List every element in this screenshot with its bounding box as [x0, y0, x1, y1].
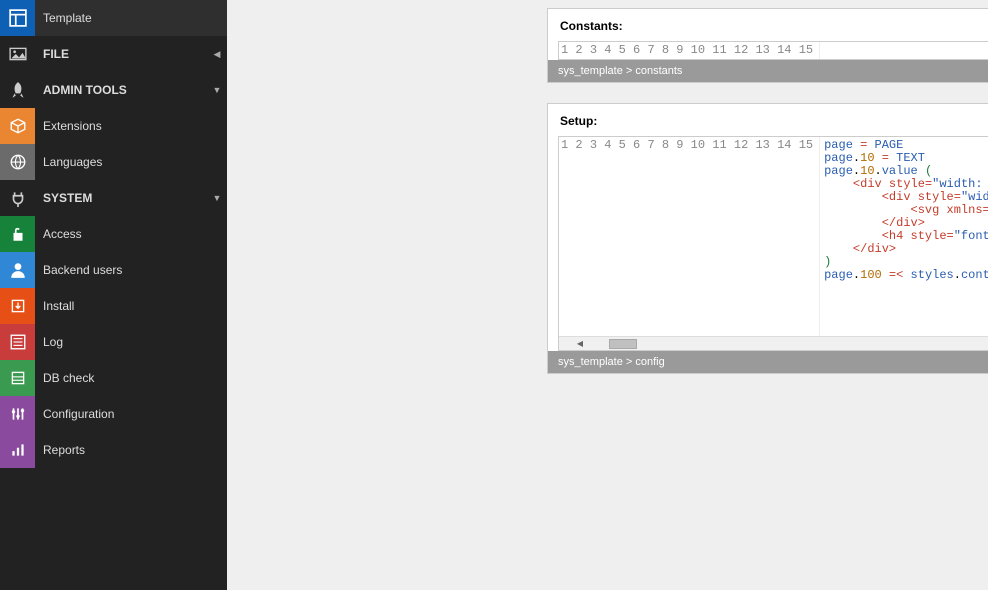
constants-linenumbers: 1 2 3 4 5 6 7 8 9 10 11 12 13 14 15 [559, 42, 820, 59]
sidebar-item-access[interactable]: Access [0, 216, 227, 252]
constants-panel: Constants: 1 2 3 4 5 6 7 8 9 10 11 12 13… [547, 8, 988, 83]
sidebar-item-languages[interactable]: Languages [0, 144, 227, 180]
user-icon [0, 252, 35, 288]
chevron-left-icon: ◀ [207, 49, 227, 60]
sliders-icon [0, 396, 35, 432]
setup-panel: Setup: 1 2 3 4 5 6 7 8 9 10 11 12 13 14 … [547, 103, 988, 374]
sidebar-group-system[interactable]: SYSTEM ▼ [0, 180, 227, 216]
chart-icon [0, 432, 35, 468]
sidebar-group-file[interactable]: FILE ◀ [0, 36, 227, 72]
sidebar-item-template[interactable]: Template [0, 0, 227, 36]
list-icon [0, 324, 35, 360]
sidebar-label: Template [35, 11, 227, 25]
sidebar-label: Backend users [35, 263, 227, 277]
rocket-icon [0, 72, 35, 108]
main-area: Constants: 1 2 3 4 5 6 7 8 9 10 11 12 13… [227, 0, 988, 590]
main-gutter [227, 0, 547, 590]
template-icon [0, 0, 35, 36]
sidebar-item-backend-users[interactable]: Backend users [0, 252, 227, 288]
plug-icon [0, 180, 35, 216]
image-icon [0, 36, 35, 72]
sidebar-item-db-check[interactable]: DB check [0, 360, 227, 396]
package-icon [0, 108, 35, 144]
globe-icon [0, 144, 35, 180]
setup-code[interactable]: page = PAGE page.10 = TEXT page.10.value… [820, 137, 988, 336]
setup-title: Setup: [548, 104, 988, 136]
sidebar-label: ADMIN TOOLS [35, 83, 207, 97]
sidebar-label: Extensions [35, 119, 227, 133]
sidebar-label: Install [35, 299, 227, 313]
sidebar-item-log[interactable]: Log [0, 324, 227, 360]
sidebar: Template FILE ◀ ADMIN TOOLS ▼ Extensions [0, 0, 227, 590]
sidebar-label: FILE [35, 47, 207, 61]
sidebar-item-configuration[interactable]: Configuration [0, 396, 227, 432]
sidebar-label: Log [35, 335, 227, 349]
chevron-down-icon: ▼ [207, 193, 227, 203]
sidebar-item-install[interactable]: Install [0, 288, 227, 324]
sidebar-label: Access [35, 227, 227, 241]
database-icon [0, 360, 35, 396]
setup-editor[interactable]: 1 2 3 4 5 6 7 8 9 10 11 12 13 14 15 page… [558, 136, 988, 351]
sidebar-label: Languages [35, 155, 227, 169]
content-column: Constants: 1 2 3 4 5 6 7 8 9 10 11 12 13… [547, 0, 988, 590]
constants-title: Constants: [548, 9, 988, 41]
chevron-down-icon: ▼ [207, 85, 227, 95]
sidebar-label: SYSTEM [35, 191, 207, 205]
scroll-left-icon[interactable]: ◀ [573, 337, 587, 351]
sidebar-item-reports[interactable]: Reports [0, 432, 227, 468]
setup-linenumbers: 1 2 3 4 5 6 7 8 9 10 11 12 13 14 15 [559, 137, 820, 336]
constants-code[interactable] [820, 42, 988, 59]
scroll-thumb[interactable] [609, 339, 637, 349]
setup-horizontal-scrollbar[interactable]: ◀ ▶ [559, 336, 988, 350]
sidebar-group-admin-tools[interactable]: ADMIN TOOLS ▼ [0, 72, 227, 108]
sidebar-item-extensions[interactable]: Extensions [0, 108, 227, 144]
breadcrumb-bar: Template [1] [547, 394, 988, 416]
sidebar-label: Reports [35, 443, 227, 457]
constants-footer: sys_template > constants [548, 60, 988, 82]
install-icon [0, 288, 35, 324]
app-root: Template FILE ◀ ADMIN TOOLS ▼ Extensions [0, 0, 988, 590]
lock-open-icon [0, 216, 35, 252]
sidebar-label: Configuration [35, 407, 227, 421]
constants-editor[interactable]: 1 2 3 4 5 6 7 8 9 10 11 12 13 14 15 [558, 41, 988, 60]
setup-footer: sys_template > config [548, 351, 988, 373]
sidebar-label: DB check [35, 371, 227, 385]
